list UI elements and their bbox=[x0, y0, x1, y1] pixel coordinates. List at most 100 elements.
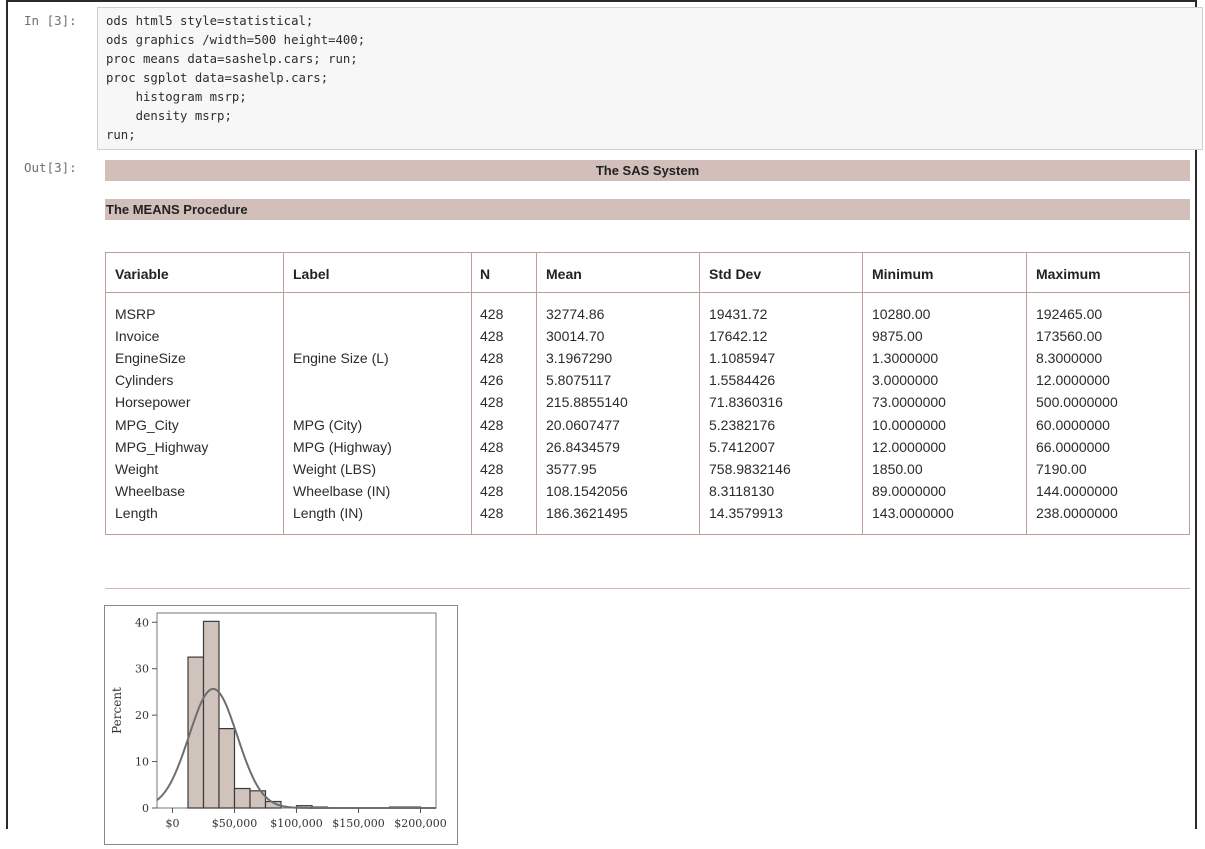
table-cell: 428 bbox=[480, 306, 504, 322]
x-tick-label: $50,000 bbox=[212, 817, 258, 830]
column-header-maximum: Maximum bbox=[1036, 266, 1101, 282]
table-cell: 8.3000000 bbox=[1036, 350, 1103, 367]
table-cell: 3577.95 bbox=[546, 460, 597, 477]
y-tick-label: 20 bbox=[135, 709, 149, 722]
y-tick-label: 40 bbox=[135, 616, 149, 629]
table-cell: 10280.00 bbox=[872, 306, 931, 322]
table-cell: 5.8075117 bbox=[546, 372, 612, 389]
column-divider bbox=[699, 253, 700, 534]
table-cell: Engine Size (L) bbox=[293, 350, 389, 367]
table-cell: 1850.00 bbox=[872, 460, 923, 477]
table-cell: Weight (LBS) bbox=[293, 460, 376, 477]
table-cell: 89.0000000 bbox=[872, 482, 946, 499]
table-cell: 3.0000000 bbox=[872, 372, 939, 389]
y-axis-label: Percent bbox=[110, 687, 124, 734]
table-cell: EngineSize bbox=[115, 350, 186, 367]
code-line: density msrp; bbox=[106, 109, 232, 123]
table-cell: 73.0000000 bbox=[872, 394, 946, 411]
column-header-minimum: Minimum bbox=[872, 266, 934, 282]
table-cell: MPG (Highway) bbox=[293, 438, 392, 455]
table-cell: 428 bbox=[480, 482, 504, 499]
table-cell: 60.0000000 bbox=[1036, 416, 1110, 433]
table-cell: 428 bbox=[480, 460, 504, 477]
table-cell: Wheelbase (IN) bbox=[293, 482, 391, 499]
output-prompt: Out[3]: bbox=[24, 160, 77, 175]
table-cell: Length (IN) bbox=[293, 504, 364, 521]
y-tick-label: 10 bbox=[135, 756, 149, 769]
x-tick-label: $150,000 bbox=[332, 817, 385, 830]
procedure-title: The MEANS Procedure bbox=[106, 202, 248, 217]
output-divider bbox=[105, 588, 1190, 589]
table-cell: 12.0000000 bbox=[1036, 372, 1110, 389]
column-divider bbox=[471, 253, 472, 534]
table-cell: 173560.00 bbox=[1036, 328, 1103, 345]
table-cell: 238.0000000 bbox=[1036, 504, 1118, 521]
table-cell: Horsepower bbox=[115, 394, 191, 411]
column-header-mean: Mean bbox=[546, 266, 582, 282]
column-header-n: N bbox=[480, 266, 491, 282]
table-cell: 215.8855140 bbox=[546, 394, 628, 411]
table-cell: 3.1967290 bbox=[546, 350, 613, 367]
msrp-histogram-chart: 0 10 20 30 40 $0 $50,000 $100,000 $150,000 $200,0… bbox=[104, 605, 458, 845]
table-cell: Length bbox=[115, 504, 158, 521]
code-line: ods graphics /width=500 height=400; bbox=[106, 33, 366, 47]
table-cell: 9875.00 bbox=[872, 328, 923, 345]
table-cell: 30014.70 bbox=[546, 328, 605, 345]
table-cell: 428 bbox=[480, 350, 504, 367]
table-cell: MPG (City) bbox=[293, 416, 363, 433]
means-table: Variable Label N Mean Std Dev Minimum Ma… bbox=[105, 252, 1190, 535]
code-line: run; bbox=[106, 128, 136, 142]
column-header-std-dev: Std Dev bbox=[709, 266, 762, 282]
system-title-band: The SAS System bbox=[105, 160, 1190, 181]
table-cell: MSRP bbox=[115, 306, 156, 322]
x-tick-label: $200,000 bbox=[394, 817, 447, 830]
table-cell: 71.8360316 bbox=[709, 394, 783, 411]
table-cell: Weight bbox=[115, 460, 159, 477]
table-cell: 8.3118130 bbox=[709, 482, 775, 499]
table-cell: Invoice bbox=[115, 328, 160, 345]
table-cell: 12.0000000 bbox=[872, 438, 946, 455]
table-cell: 758.9832146 bbox=[709, 460, 791, 477]
table-cell: 19431.72 bbox=[709, 306, 768, 322]
table-cell: 66.0000000 bbox=[1036, 438, 1110, 455]
column-header-label: Label bbox=[293, 266, 330, 282]
table-cell: 186.3621495 bbox=[546, 504, 628, 521]
code-line: proc sgplot data=sashelp.cars; bbox=[106, 71, 329, 85]
chart-svg: 0 10 20 30 40 $0 $50,000 $100,000 $150,000 $200,0… bbox=[110, 612, 447, 830]
table-cell: 14.3579913 bbox=[709, 504, 783, 521]
y-tick-label: 0 bbox=[142, 802, 149, 815]
table-cell: MPG_City bbox=[115, 416, 179, 433]
table-cell: 1.3000000 bbox=[872, 350, 939, 367]
table-cell: 10.0000000 bbox=[872, 416, 946, 433]
x-tick-label: $0 bbox=[166, 817, 180, 830]
column-divider bbox=[862, 253, 863, 534]
system-title: The SAS System bbox=[595, 163, 700, 178]
code-line: ods html5 style=statistical; bbox=[106, 14, 314, 28]
table-cell: 143.0000000 bbox=[872, 504, 954, 521]
table-cell: 500.0000000 bbox=[1036, 394, 1118, 411]
column-divider bbox=[1026, 253, 1027, 534]
code-line: histogram msrp; bbox=[106, 90, 247, 104]
code-line: proc means data=sashelp.cars; run; bbox=[106, 52, 358, 66]
table-cell: 108.1542056 bbox=[546, 482, 628, 499]
y-tick-label: 30 bbox=[135, 663, 149, 676]
table-cell: Cylinders bbox=[115, 372, 174, 389]
histogram-bar bbox=[202, 620, 220, 809]
table-cell: 26.8434579 bbox=[546, 438, 620, 455]
column-divider bbox=[536, 253, 537, 534]
table-cell: 1.5584426 bbox=[709, 372, 776, 389]
table-cell: 428 bbox=[480, 438, 504, 455]
table-cell: 144.0000000 bbox=[1036, 482, 1118, 499]
table-cell: 428 bbox=[480, 504, 504, 521]
table-cell: 7190.00 bbox=[1036, 460, 1087, 477]
table-cell: 5.7412007 bbox=[709, 438, 776, 455]
table-cell: 192465.00 bbox=[1036, 306, 1103, 322]
histogram-bar bbox=[233, 787, 251, 809]
procedure-title-band: The MEANS Procedure bbox=[105, 199, 1190, 220]
table-cell: 1.1085947 bbox=[709, 350, 776, 367]
table-cell: Wheelbase bbox=[115, 482, 186, 499]
table-cell: 428 bbox=[480, 416, 504, 433]
code-cell-editor[interactable]: ods html5 style=statistical; ods graphic… bbox=[97, 7, 1203, 150]
input-prompt: In [3]: bbox=[24, 13, 77, 28]
table-cell: 17642.12 bbox=[709, 328, 768, 345]
